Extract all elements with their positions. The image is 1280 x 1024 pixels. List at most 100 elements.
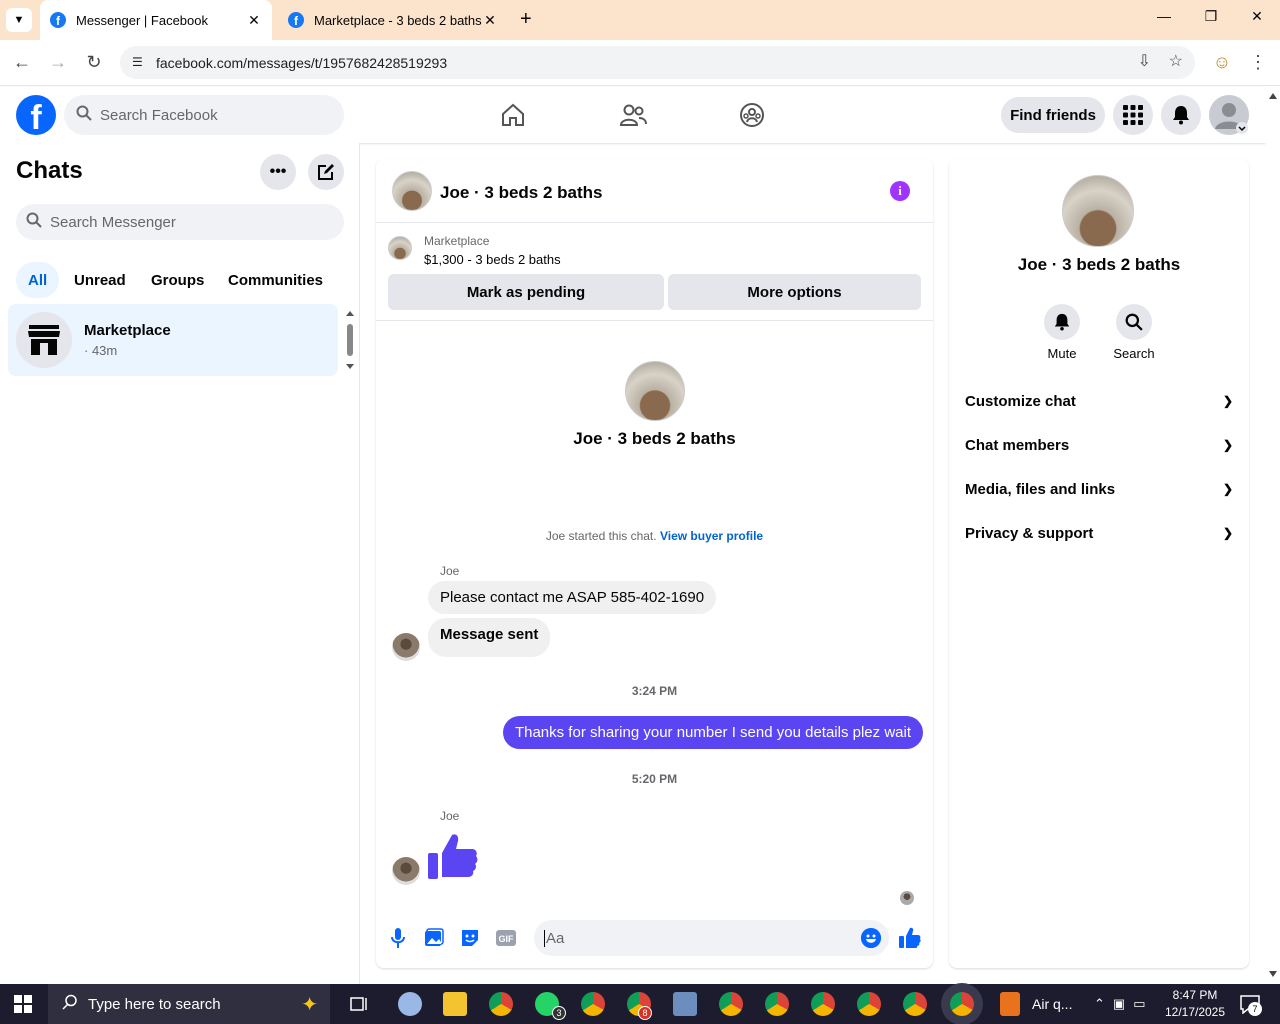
task-view-icon[interactable] xyxy=(348,992,372,1016)
chat-item-marketplace[interactable]: Marketplace · 43m xyxy=(8,304,338,376)
search-conversation-button[interactable]: Search xyxy=(1104,304,1164,361)
network-icon: ▭ xyxy=(1133,996,1146,1011)
messenger-search-input[interactable]: Search Messenger xyxy=(16,204,344,240)
section-chat-members[interactable]: Chat members ❯ xyxy=(965,431,1233,459)
browser-tab-bar: ▼ f Messenger | Facebook ✕ f Marketplace… xyxy=(0,0,1280,40)
install-app-icon[interactable]: ⇩ xyxy=(1138,51,1151,71)
menu-grid-icon[interactable] xyxy=(1113,95,1153,135)
new-tab-button[interactable]: + xyxy=(520,8,532,30)
mark-as-pending-button[interactable]: Mark as pending xyxy=(388,274,664,310)
microphone-icon[interactable] xyxy=(386,926,410,950)
site-settings-icon[interactable]: ☰ xyxy=(132,55,143,69)
clock-time: 8:47 PM xyxy=(1172,988,1218,1002)
address-bar[interactable]: ☰ facebook.com/messages/t/19576824285192… xyxy=(120,46,1195,79)
sender-avatar[interactable] xyxy=(392,633,420,661)
window-close-icon[interactable]: ✕ xyxy=(1242,8,1272,25)
info-name: Joe · 3 beds 2 baths xyxy=(1017,255,1181,274)
chevron-down-icon: ❯ xyxy=(1222,438,1233,452)
home-icon[interactable] xyxy=(497,100,529,130)
close-icon[interactable]: ✕ xyxy=(482,12,498,29)
windows-start-icon[interactable] xyxy=(14,995,32,1013)
search-placeholder: Search Messenger xyxy=(50,213,176,231)
chrome-icon[interactable] xyxy=(489,992,513,1016)
find-friends-button[interactable]: Find friends xyxy=(1001,97,1105,133)
facebook-logo-icon[interactable]: f xyxy=(16,95,56,135)
chat-list-scrollbar[interactable] xyxy=(344,308,356,372)
bookmark-star-icon[interactable]: ☆ xyxy=(1169,51,1183,71)
section-media-files-links[interactable]: Media, files and links ❯ xyxy=(965,475,1233,503)
conversation-header: Joe · 3 beds 2 baths i xyxy=(376,159,933,223)
groups-icon[interactable] xyxy=(736,100,768,130)
taskbar-clock[interactable]: 8:47 PM 12/17/2025 xyxy=(1162,987,1228,1021)
tab-marketplace[interactable]: f Marketplace - 3 beds 2 baths | F ✕ xyxy=(278,0,508,40)
new-message-button[interactable] xyxy=(308,154,344,190)
windows-taskbar: Type here to search ✦ 3 8 Air q... ⌃ ▣ ▭… xyxy=(0,984,1280,1024)
listing-avatar[interactable] xyxy=(392,171,432,211)
section-privacy-support[interactable]: Privacy & support ❯ xyxy=(965,519,1233,547)
sticker-icon[interactable] xyxy=(458,926,482,950)
chrome-active-icon[interactable] xyxy=(950,992,974,1016)
filter-all[interactable]: All xyxy=(16,262,60,298)
chrome-profile-icon[interactable] xyxy=(903,992,927,1016)
meet-icon: ▣ xyxy=(1112,996,1126,1011)
outgoing-message[interactable]: Thanks for sharing your number I send yo… xyxy=(502,716,923,749)
view-buyer-profile-link[interactable]: View buyer profile xyxy=(660,529,763,543)
page-scrollbar[interactable] xyxy=(1266,87,1280,984)
browser-menu-icon[interactable]: ⋮ xyxy=(1246,52,1270,73)
chrome-profile-icon[interactable] xyxy=(581,992,605,1016)
timestamp: 5:20 PM xyxy=(631,772,678,786)
filter-unread[interactable]: Unread xyxy=(62,262,138,298)
gif-icon[interactable]: GIF xyxy=(494,926,518,950)
chevron-down-icon: ❯ xyxy=(1222,482,1233,496)
friends-icon[interactable] xyxy=(617,100,649,130)
section-label: Media, files and links xyxy=(965,480,1116,498)
message-input[interactable]: Aa xyxy=(534,920,889,956)
profile-icon[interactable]: ☺ xyxy=(1210,52,1234,73)
chat-options-button[interactable]: ••• xyxy=(260,154,296,190)
chrome-badge: 8 xyxy=(638,1006,652,1020)
restore-icon[interactable]: ❐ xyxy=(1196,8,1226,25)
weather-icon[interactable] xyxy=(1000,992,1020,1016)
monitor-app-icon[interactable] xyxy=(673,992,697,1016)
facebook-search-input[interactable]: Search Facebook xyxy=(64,95,344,135)
notifications-icon[interactable]: 7 xyxy=(1240,994,1262,1016)
thumbs-up-sticker-icon[interactable] xyxy=(428,831,480,883)
more-options-button[interactable]: More options xyxy=(668,274,921,310)
tab-search-button[interactable]: ▼ xyxy=(6,8,32,32)
account-avatar[interactable] xyxy=(1209,95,1249,135)
sender-avatar[interactable] xyxy=(392,857,420,885)
photo-icon[interactable] xyxy=(422,926,446,950)
taskbar-search-input[interactable]: Type here to search ✦ xyxy=(48,984,330,1024)
filter-groups[interactable]: Groups xyxy=(139,262,216,298)
incoming-message[interactable]: Please contact me ASAP 585-402-1690 xyxy=(428,581,717,614)
filter-communities[interactable]: Communities xyxy=(216,262,335,298)
info-icon[interactable]: i xyxy=(890,181,910,201)
send-like-icon[interactable] xyxy=(898,926,922,950)
chrome-profile-icon[interactable] xyxy=(857,992,881,1016)
listing-thumbnail[interactable] xyxy=(388,236,412,260)
air-quality-text[interactable]: Air q... xyxy=(1032,996,1072,1012)
chats-panel: Chats ••• Search Messenger All Unread Gr… xyxy=(0,143,360,984)
tab-messenger[interactable]: f Messenger | Facebook ✕ xyxy=(40,0,272,40)
bell-icon[interactable] xyxy=(1161,95,1201,135)
intro-name: Joe · 3 beds 2 baths xyxy=(573,429,736,448)
chrome-profile-icon[interactable] xyxy=(811,992,835,1016)
back-icon[interactable]: ← xyxy=(10,52,34,73)
chrome-profile-icon[interactable] xyxy=(765,992,789,1016)
incoming-message[interactable]: Message sent xyxy=(428,618,551,657)
intro-avatar xyxy=(625,361,685,421)
emoji-icon[interactable] xyxy=(861,928,881,948)
paint-app-icon[interactable] xyxy=(398,992,422,1016)
reload-icon[interactable]: ↻ xyxy=(82,52,106,73)
conversation-title[interactable]: Joe · 3 beds 2 baths xyxy=(440,183,603,203)
system-tray[interactable]: ⌃ ▣ ▭ xyxy=(1094,992,1154,1016)
minimize-icon[interactable]: — xyxy=(1149,8,1179,24)
listing-price-title[interactable]: $1,300 - 3 beds 2 baths xyxy=(424,252,561,267)
file-explorer-icon[interactable] xyxy=(443,992,467,1016)
close-icon[interactable]: ✕ xyxy=(246,12,262,29)
chrome-icon[interactable] xyxy=(719,992,743,1016)
forward-icon[interactable]: → xyxy=(46,52,70,73)
search-icon xyxy=(1116,304,1152,340)
section-customize-chat[interactable]: Customize chat ❯ xyxy=(965,387,1233,415)
mute-button[interactable]: Mute xyxy=(1032,304,1092,361)
